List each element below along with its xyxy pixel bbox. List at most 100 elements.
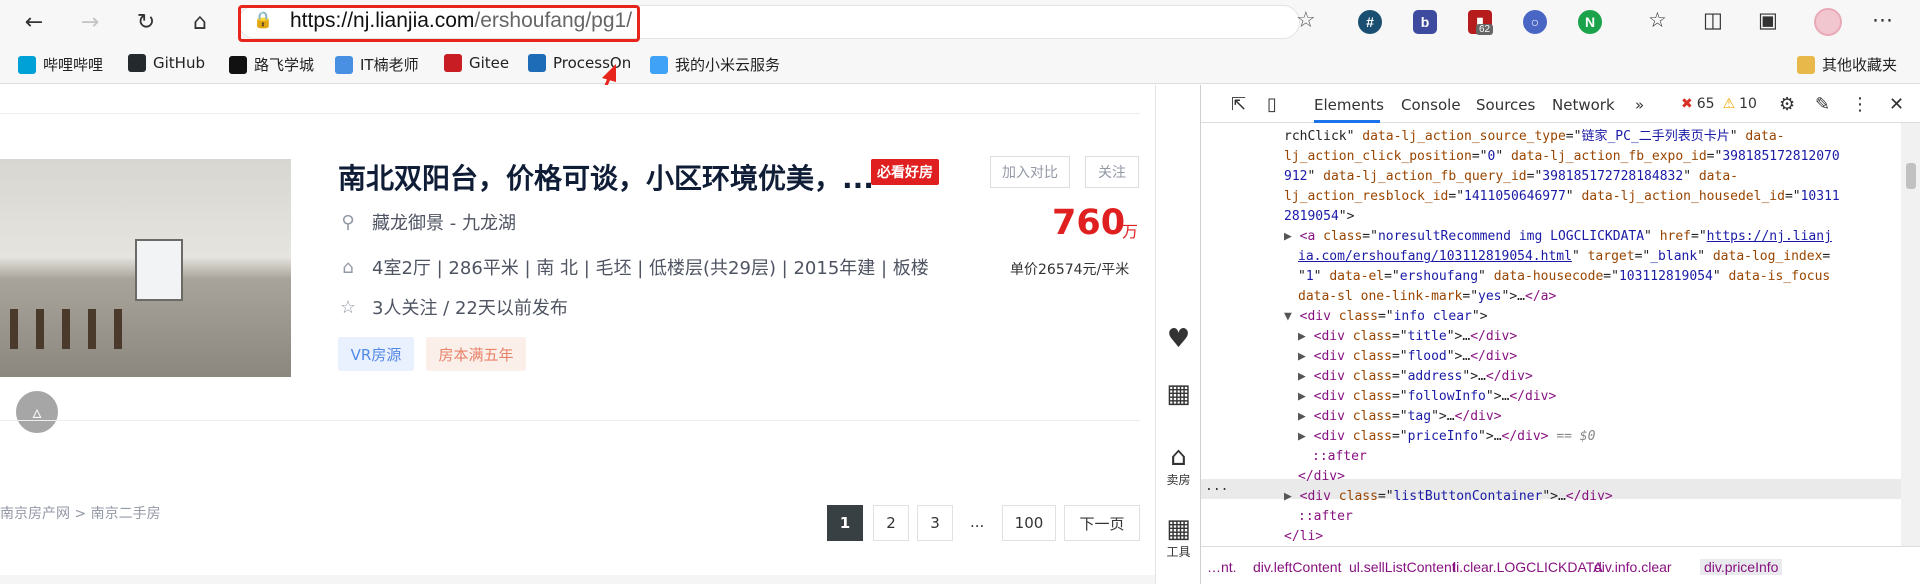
dom-line[interactable]: "1" data-el="ershoufang" data-housecode=… — [1298, 267, 1830, 287]
bookmark-item[interactable]: GitHub — [128, 54, 205, 72]
bookmark-item[interactable]: 哔哩哔哩 — [18, 54, 103, 75]
code-token: =" — [1634, 249, 1651, 264]
devtools-scrollbar[interactable] — [1901, 123, 1920, 546]
expand-triangle-icon[interactable]: ▶ — [1298, 389, 1314, 404]
next-page-button[interactable]: 下一页 — [1064, 505, 1140, 541]
selected-row-marker[interactable]: ... — [1205, 477, 1228, 497]
other-bookmarks[interactable]: 其他收藏夹 — [1797, 54, 1897, 75]
dom-line[interactable]: ▶ <div class="address">…</div> — [1298, 367, 1533, 387]
screenshot-root: ← → ↻ ⌂ 🔒 https://nj.lianjia.com/ershouf… — [0, 0, 1920, 584]
pagination-ellipsis: ... — [970, 513, 985, 531]
add-compare-button[interactable]: 加入对比 — [990, 156, 1070, 188]
dom-line[interactable]: ▶ <div class="priceInfo">…</div> == $0 — [1298, 427, 1595, 447]
expand-triangle-icon[interactable]: ▶ — [1298, 369, 1314, 384]
dom-line[interactable]: ia.com/ershoufang/103112819054.html" tar… — [1298, 247, 1830, 267]
screenshot-icon[interactable]: ▣ — [1758, 8, 1778, 32]
dom-line[interactable]: ▶ <a class="noresultRecommend img LOGCLI… — [1284, 227, 1832, 247]
dom-breadcrumb[interactable]: div.leftContent — [1253, 559, 1341, 575]
dom-line[interactable]: ▶ <div class="listButtonContainer">…</di… — [1284, 487, 1613, 507]
favorite-tool[interactable]: ♥ — [1156, 325, 1201, 353]
dom-breadcrumb[interactable]: ul.sellListContent — [1349, 559, 1456, 575]
page-1-button[interactable]: 1 — [827, 505, 863, 541]
dom-line[interactable]: lj_action_click_position="0" data-lj_act… — [1284, 147, 1840, 167]
bookmark-item[interactable]: 路飞学城 — [229, 54, 314, 75]
sell-tool[interactable]: ⌂ 卖房 — [1156, 443, 1201, 488]
code-token: class — [1352, 329, 1392, 344]
dom-line[interactable]: data-sl one-link-mark="yes">…</a> — [1298, 287, 1556, 307]
code-token: ">… — [1501, 289, 1525, 304]
collapse-triangle-icon[interactable]: ▼ — [1284, 309, 1300, 324]
dom-line[interactable]: 912" data-lj_action_fb_query_id="3981851… — [1284, 167, 1738, 187]
favorites-icon[interactable]: ☆ — [1648, 8, 1667, 32]
compare-tool[interactable]: ▦ — [1156, 380, 1201, 408]
tools-tool[interactable]: ▦ 工具 — [1156, 515, 1201, 560]
dom-breadcrumb[interactable]: li.clear.LOGCLICKDATA — [1453, 559, 1603, 575]
settings-gear-icon[interactable]: ⚙ — [1779, 94, 1795, 115]
bookmark-item[interactable]: IT楠老师 — [335, 54, 419, 75]
dom-line[interactable]: ::after — [1312, 447, 1367, 467]
expand-triangle-icon[interactable]: ▶ — [1284, 489, 1300, 504]
code-token: =" — [1362, 229, 1378, 244]
bilibili-icon — [18, 55, 36, 74]
expand-triangle-icon[interactable]: ▶ — [1298, 329, 1314, 344]
feedback-icon[interactable]: ✎ — [1815, 94, 1830, 115]
expand-triangle-icon[interactable]: ▶ — [1284, 229, 1300, 244]
inspect-element-icon[interactable]: ⇱ — [1231, 94, 1246, 115]
tab-sources[interactable]: Sources — [1476, 96, 1535, 114]
collections-icon[interactable]: ◫ — [1703, 8, 1723, 32]
tab-network[interactable]: Network — [1552, 96, 1615, 114]
follow-button[interactable]: 关注 — [1085, 156, 1139, 188]
location-text[interactable]: 藏龙御景 - 九龙湖 — [372, 209, 516, 235]
more-menu-icon[interactable]: ⋯ — [1872, 8, 1893, 32]
page-100-button[interactable]: 100 — [1002, 505, 1056, 541]
dom-line[interactable]: ::after — [1298, 507, 1353, 527]
listing-title[interactable]: 南北双阳台，价格可谈，小区环境优美，... — [338, 157, 874, 197]
heart-icon: ♥ — [1166, 324, 1191, 354]
close-icon[interactable]: ✕ — [1889, 94, 1904, 115]
scrollbar-thumb[interactable] — [1906, 163, 1916, 189]
dom-line[interactable]: 2819054"> — [1284, 207, 1354, 227]
device-toolbar-icon[interactable]: ▯ — [1267, 94, 1277, 115]
house-photo[interactable]: ▵ — [0, 159, 291, 435]
extension-icon[interactable]: b — [1413, 10, 1437, 34]
site-breadcrumb[interactable]: 南京房产网 > 南京二手房 — [0, 503, 161, 523]
issue-counter[interactable]: ✖ 65 ⚠ 10 — [1681, 96, 1757, 112]
dom-breadcrumb[interactable]: …nt. — [1207, 559, 1237, 575]
n-extension-icon[interactable]: N — [1578, 10, 1602, 34]
expand-triangle-icon[interactable]: ▶ — [1298, 409, 1314, 424]
page-2-button[interactable]: 2 — [873, 505, 909, 541]
code-token: data-sl — [1298, 289, 1353, 304]
dom-line[interactable]: ▶ <div class="title">…</div> — [1298, 327, 1517, 347]
dom-line[interactable]: </li> — [1284, 527, 1323, 546]
back-button[interactable]: ← — [18, 6, 50, 38]
dom-line[interactable]: </div> — [1298, 467, 1345, 487]
hashtag-extension-icon[interactable]: # — [1358, 10, 1382, 34]
favorite-star-icon[interactable]: ☆ — [1296, 8, 1316, 33]
code-token: class — [1338, 489, 1378, 504]
forward-button[interactable]: → — [74, 6, 106, 38]
tab-console[interactable]: Console — [1401, 96, 1461, 114]
expand-triangle-icon[interactable]: ▶ — [1298, 429, 1314, 444]
vr-play-icon[interactable]: ▵ — [14, 389, 60, 435]
dom-line[interactable]: ▶ <div class="followInfo">…</div> — [1298, 387, 1556, 407]
expand-triangle-icon[interactable]: ▶ — [1298, 349, 1314, 364]
refresh-button[interactable]: ↻ — [130, 6, 162, 38]
profile-avatar[interactable] — [1814, 8, 1842, 36]
dom-line[interactable]: ▶ <div class="tag">…</div> — [1298, 407, 1502, 427]
home-button[interactable]: ⌂ — [184, 6, 216, 38]
dom-line[interactable]: lj_action_resblock_id="1411050646977" da… — [1284, 187, 1840, 207]
bookmark-item[interactable]: Gitee — [444, 54, 509, 72]
code-token: data- — [1698, 169, 1738, 184]
dom-breadcrumb[interactable]: div.priceInfo — [1700, 559, 1783, 575]
page-3-button[interactable]: 3 — [917, 505, 953, 541]
dom-line[interactable]: ▼ <div class="info clear"> — [1284, 307, 1488, 327]
code-token: class — [1352, 389, 1392, 404]
more-tabs-button[interactable]: » — [1635, 96, 1644, 114]
bookmark-item[interactable]: 我的小米云服务 — [650, 54, 780, 75]
dom-breadcrumb[interactable]: div.info.clear — [1594, 559, 1672, 575]
mask-extension-icon[interactable]: ○ — [1523, 10, 1547, 34]
dom-line[interactable]: ▶ <div class="flood">…</div> — [1298, 347, 1517, 367]
tab-elements[interactable]: Elements — [1314, 96, 1384, 114]
devtools-more-icon[interactable]: ⋮ — [1851, 94, 1869, 115]
dom-line[interactable]: rchClick" data-lj_action_source_type="链家… — [1284, 127, 1785, 147]
